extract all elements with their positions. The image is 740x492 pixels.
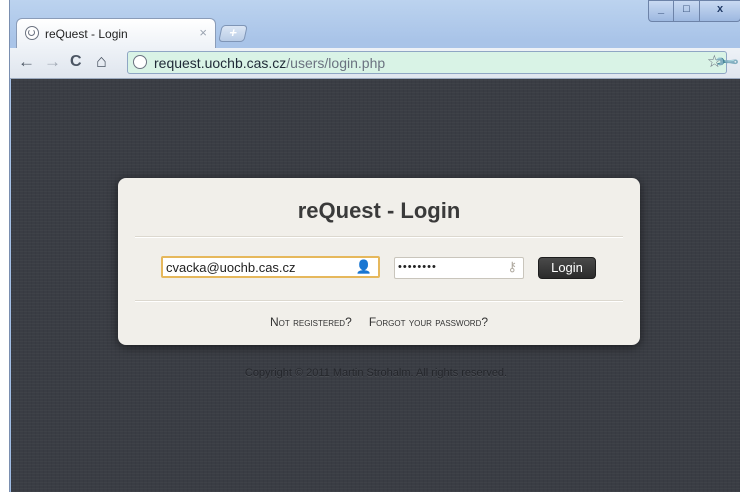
close-window-button[interactable]: x <box>700 0 740 22</box>
reload-icon[interactable]: C <box>70 53 82 71</box>
password-field[interactable]: ⚷ <box>394 257 524 279</box>
password-input[interactable] <box>398 259 498 275</box>
email-input[interactable] <box>166 259 353 275</box>
login-card: reQuest - Login 👤 ⚷ Login Not registered… <box>118 178 640 345</box>
key-icon: ⚷ <box>507 259 517 274</box>
auth-links: Not registered? Forgot your password? <box>118 315 640 329</box>
not-registered-link[interactable]: Not registered? <box>270 315 352 329</box>
url-text: request.uochb.cas.cz/users/login.php <box>154 55 385 71</box>
divider-bottom <box>135 300 623 302</box>
email-field[interactable]: 👤 <box>161 256 380 278</box>
maximize-icon: □ <box>683 3 690 15</box>
login-title: reQuest - Login <box>297 198 461 223</box>
minimize-button[interactable]: _ <box>648 0 674 22</box>
divider-top <box>135 236 623 238</box>
url-path: /users/login.php <box>286 55 386 71</box>
page-content: reQuest - Login 👤 ⚷ Login Not registered… <box>11 79 740 492</box>
new-tab-button[interactable]: + <box>218 25 248 42</box>
forward-arrow-icon[interactable]: → <box>44 52 61 72</box>
browser-toolbar: ← → C ⌂ request.uochb.cas.cz/users/login… <box>10 48 740 79</box>
browser-window: reQuest - Login × + _ □ x ← → C ⌂ reques… <box>9 0 740 492</box>
user-icon: 👤 <box>355 259 372 274</box>
address-bar[interactable]: request.uochb.cas.cz/users/login.php ☆ <box>127 51 727 74</box>
home-icon[interactable]: ⌂ <box>96 51 107 72</box>
maximize-button[interactable]: □ <box>674 0 700 22</box>
url-host: request.uochb.cas.cz <box>154 55 287 71</box>
minimize-icon: _ <box>657 3 665 15</box>
forgot-password-link[interactable]: Forgot your password? <box>369 315 488 329</box>
tab-title: reQuest - Login <box>45 27 128 41</box>
globe-icon <box>25 26 39 40</box>
close-tab-icon[interactable]: × <box>199 25 207 40</box>
copyright-text: Copyright © 2011 Martin Strohalm. All ri… <box>244 367 508 379</box>
login-button[interactable]: Login <box>538 257 596 279</box>
tab-request-login[interactable]: reQuest - Login × <box>16 18 216 48</box>
close-icon: x <box>716 3 724 15</box>
back-arrow-icon[interactable]: ← <box>18 52 35 72</box>
title-bar: reQuest - Login × + _ □ x <box>10 0 740 48</box>
site-info-icon[interactable] <box>133 55 147 69</box>
